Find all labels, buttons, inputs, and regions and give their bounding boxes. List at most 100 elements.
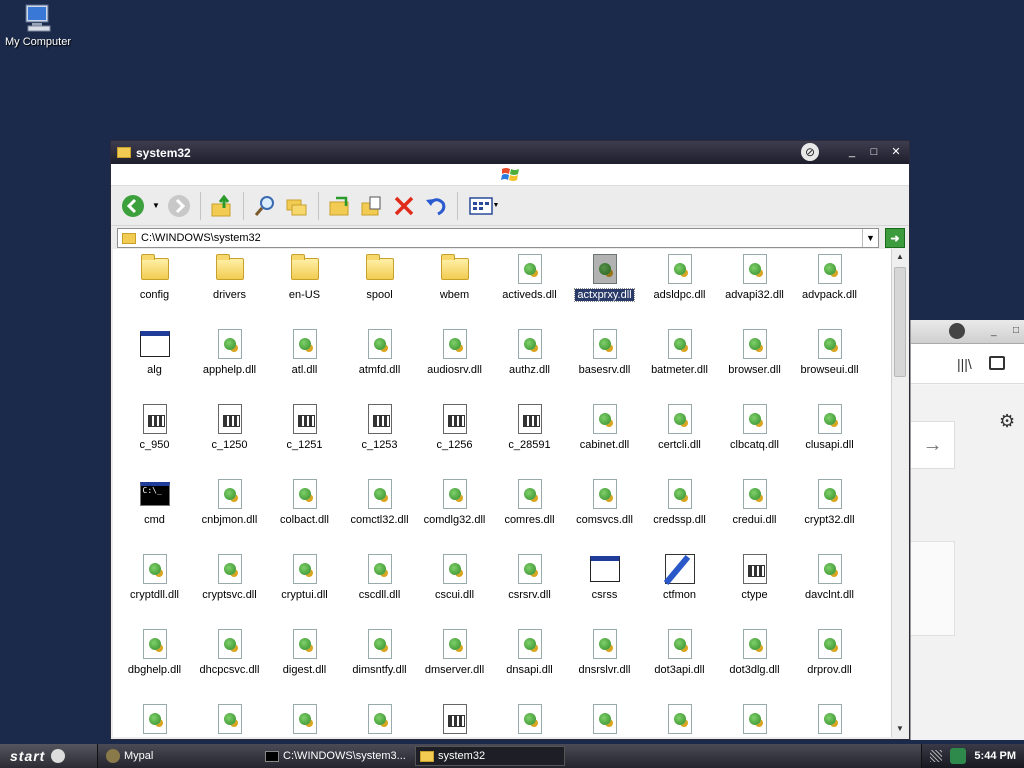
file-item[interactable]: cnbjmon.dll <box>192 477 267 552</box>
window-titlebar[interactable]: system32 ⊘ _ □ ✕ <box>111 141 909 164</box>
task-button-mypal[interactable]: Mypal <box>102 746 257 766</box>
forward-arrow-button[interactable]: → <box>911 421 955 469</box>
file-item[interactable]: browseui.dll <box>792 327 867 402</box>
file-item[interactable]: atmfd.dll <box>342 327 417 402</box>
file-item[interactable]: atl.dll <box>267 327 342 402</box>
file-item[interactable]: cscui.dll <box>417 552 492 627</box>
file-item[interactable]: config <box>117 252 192 327</box>
file-item[interactable]: cscdll.dll <box>342 552 417 627</box>
minimize-button[interactable]: _ <box>843 144 861 160</box>
background-browser-window[interactable]: _ □ |||\ ⚙ → <box>910 320 1024 740</box>
rollup-button[interactable]: ⊘ <box>801 143 819 161</box>
file-item[interactable] <box>492 702 567 737</box>
desktop-icon-my-computer[interactable]: My Computer <box>4 2 72 48</box>
file-item[interactable]: dot3dlg.dll <box>717 627 792 702</box>
scroll-down-button[interactable]: ▼ <box>892 721 908 737</box>
task-button-system32[interactable]: system32 <box>415 746 565 766</box>
start-button[interactable]: start <box>0 744 98 768</box>
file-item[interactable]: cryptdll.dll <box>117 552 192 627</box>
file-item[interactable] <box>342 702 417 737</box>
file-item[interactable]: colbact.dll <box>267 477 342 552</box>
address-dropdown-button[interactable]: ▼ <box>862 229 878 247</box>
file-item[interactable] <box>417 702 492 737</box>
gear-icon[interactable]: ⚙ <box>999 411 1015 432</box>
maximize-icon[interactable]: □ <box>1013 325 1019 336</box>
copy-to-button[interactable] <box>358 192 386 220</box>
minimize-icon[interactable]: _ <box>991 326 997 337</box>
maximize-button[interactable]: □ <box>865 144 883 160</box>
address-field[interactable]: C:\WINDOWS\system32 ▼ <box>117 228 879 248</box>
file-item[interactable] <box>567 702 642 737</box>
file-item[interactable]: adsldpc.dll <box>642 252 717 327</box>
file-item[interactable]: advpack.dll <box>792 252 867 327</box>
back-dropdown-button[interactable]: ▼ <box>151 192 161 220</box>
file-item[interactable]: certcli.dll <box>642 402 717 477</box>
file-item[interactable]: audiosrv.dll <box>417 327 492 402</box>
rollup-icon[interactable] <box>949 323 965 339</box>
file-item[interactable]: dimsntfy.dll <box>342 627 417 702</box>
file-item[interactable]: drivers <box>192 252 267 327</box>
undo-button[interactable] <box>422 192 450 220</box>
file-item[interactable]: c_1251 <box>267 402 342 477</box>
up-folder-button[interactable] <box>208 192 236 220</box>
file-item[interactable]: dnsapi.dll <box>492 627 567 702</box>
file-item[interactable]: C:\_ cmd <box>117 477 192 552</box>
file-item[interactable]: c_1256 <box>417 402 492 477</box>
file-item[interactable]: digest.dll <box>267 627 342 702</box>
file-item[interactable]: authz.dll <box>492 327 567 402</box>
file-item[interactable]: apphelp.dll <box>192 327 267 402</box>
file-item[interactable]: clusapi.dll <box>792 402 867 477</box>
clock[interactable]: 5:44 PM <box>974 750 1016 762</box>
file-item[interactable]: comdlg32.dll <box>417 477 492 552</box>
file-item[interactable] <box>792 702 867 737</box>
file-item[interactable] <box>642 702 717 737</box>
file-item[interactable]: comres.dll <box>492 477 567 552</box>
file-item[interactable]: comsvcs.dll <box>567 477 642 552</box>
forward-button[interactable] <box>165 192 193 220</box>
move-to-button[interactable] <box>326 192 354 220</box>
file-item[interactable]: alg <box>117 327 192 402</box>
file-item[interactable]: ctype <box>717 552 792 627</box>
file-item[interactable]: basesrv.dll <box>567 327 642 402</box>
file-item[interactable] <box>267 702 342 737</box>
file-item[interactable]: browser.dll <box>717 327 792 402</box>
file-item[interactable] <box>117 702 192 737</box>
explorer-window[interactable]: system32 ⊘ _ □ ✕ ▼ ▼ C:\WINDOWS\system32… <box>110 140 910 740</box>
file-item[interactable]: dot3api.dll <box>642 627 717 702</box>
file-item[interactable]: c_950 <box>117 402 192 477</box>
file-item[interactable]: drprov.dll <box>792 627 867 702</box>
task-button-cmd[interactable]: C:\WINDOWS\system3... <box>261 746 411 766</box>
file-item[interactable]: activeds.dll <box>492 252 567 327</box>
file-item[interactable] <box>192 702 267 737</box>
file-list-view[interactable]: config drivers en-US spool wbem activeds.dll a… <box>113 249 891 737</box>
file-item[interactable]: advapi32.dll <box>717 252 792 327</box>
file-item[interactable]: clbcatq.dll <box>717 402 792 477</box>
file-item[interactable]: comctl32.dll <box>342 477 417 552</box>
file-item[interactable]: ctfmon <box>642 552 717 627</box>
file-item[interactable]: crypt32.dll <box>792 477 867 552</box>
folders-button[interactable] <box>283 192 311 220</box>
file-item[interactable]: cryptui.dll <box>267 552 342 627</box>
file-item[interactable]: c_1253 <box>342 402 417 477</box>
library-icon[interactable]: |||\ <box>957 356 972 372</box>
file-item[interactable]: actxprxy.dll <box>567 252 642 327</box>
file-item[interactable]: batmeter.dll <box>642 327 717 402</box>
network-icon[interactable] <box>950 748 967 764</box>
file-item[interactable]: c_28591 <box>492 402 567 477</box>
file-item[interactable]: csrss <box>567 552 642 627</box>
go-button[interactable]: ➜ <box>885 228 905 248</box>
vertical-scrollbar[interactable]: ▲ ▼ <box>891 249 908 737</box>
search-button[interactable] <box>251 192 279 220</box>
scroll-thumb[interactable] <box>894 267 906 377</box>
file-item[interactable]: cryptsvc.dll <box>192 552 267 627</box>
file-item[interactable]: dhcpcsvc.dll <box>192 627 267 702</box>
sidebar-icon[interactable] <box>989 356 1005 370</box>
file-item[interactable]: dnsrslvr.dll <box>567 627 642 702</box>
close-button[interactable]: ✕ <box>887 144 905 160</box>
file-item[interactable]: davclnt.dll <box>792 552 867 627</box>
file-item[interactable]: dbghelp.dll <box>117 627 192 702</box>
file-item[interactable]: spool <box>342 252 417 327</box>
scroll-up-button[interactable]: ▲ <box>892 249 908 265</box>
delete-button[interactable] <box>390 192 418 220</box>
views-button[interactable]: ▼ <box>465 192 503 220</box>
